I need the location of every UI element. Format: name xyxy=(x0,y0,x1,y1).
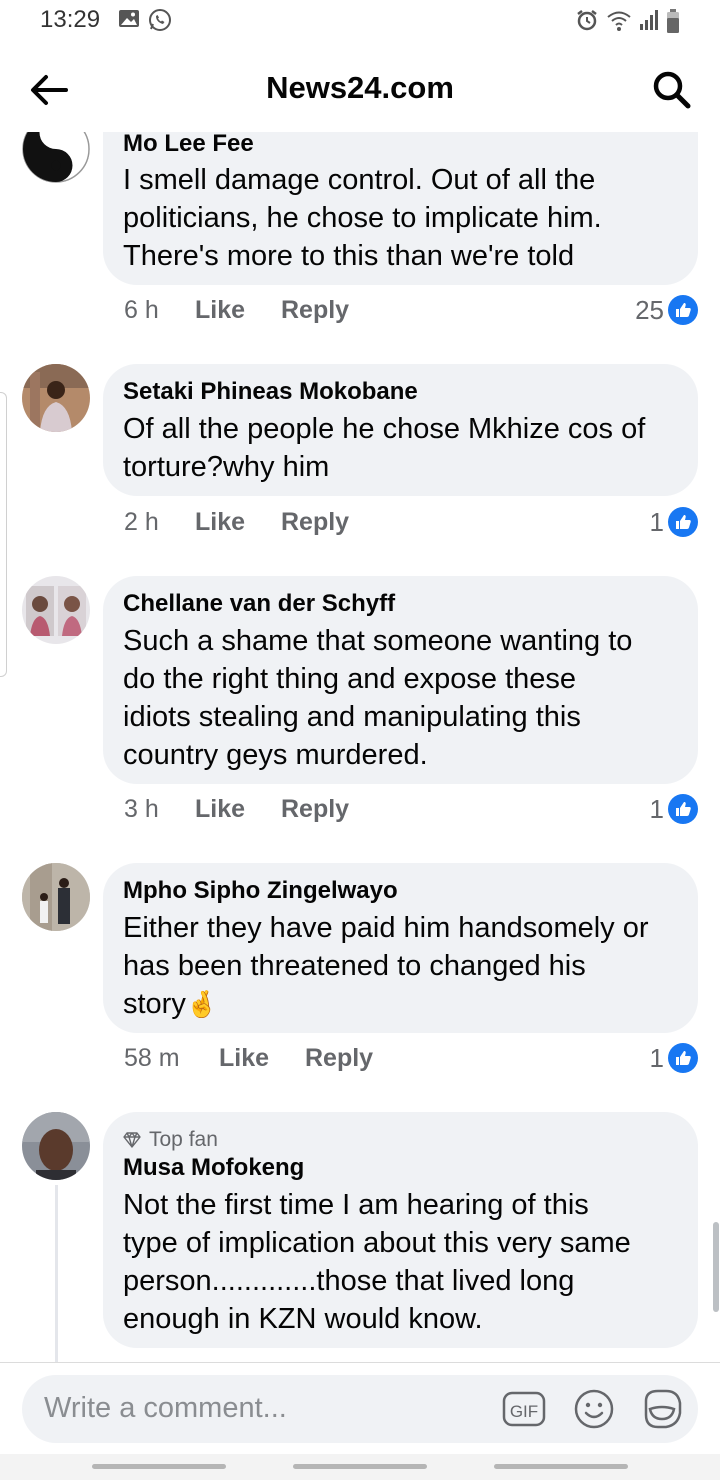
system-navigation-bar xyxy=(0,1454,720,1480)
comment-feed[interactable]: Mo Lee Fee I smell damage control. Out o… xyxy=(0,0,720,1362)
commenter-name[interactable]: Musa Mofokeng xyxy=(123,1154,304,1182)
top-fan-badge: Top fan xyxy=(123,1128,218,1152)
comment-bubble[interactable]: Setaki Phineas Mokobane Of all the peopl… xyxy=(103,364,698,496)
reaction-number: 1 xyxy=(649,1042,664,1073)
reply-button[interactable]: Reply xyxy=(305,1044,373,1073)
like-button[interactable]: Like xyxy=(195,795,245,824)
app-header: News24.com xyxy=(0,44,720,132)
scrollbar[interactable] xyxy=(713,1222,719,1312)
reaction-number: 1 xyxy=(649,793,664,824)
like-button[interactable]: Like xyxy=(195,296,245,325)
thumbs-up-icon xyxy=(668,1043,698,1073)
recent-apps-handle[interactable] xyxy=(92,1464,226,1469)
comment-actions: 3 h Like Reply 1 xyxy=(0,793,720,831)
reaction-number: 25 xyxy=(635,294,664,325)
thumbs-up-icon xyxy=(668,295,698,325)
comment-time: 58 m xyxy=(124,1044,180,1072)
avatar[interactable] xyxy=(22,863,90,931)
comment-time: 3 h xyxy=(124,795,159,823)
comment-actions: 6 h Like Reply 25 xyxy=(0,294,720,332)
comment-composer: Write a comment... GIF xyxy=(0,1362,720,1455)
reaction-count[interactable]: 25 xyxy=(635,294,698,326)
commenter-name[interactable]: Chellane van der Schyff xyxy=(123,590,395,618)
comment-input[interactable]: Write a comment... GIF xyxy=(22,1375,698,1443)
search-icon[interactable] xyxy=(650,68,694,112)
commenter-name[interactable]: Mpho Sipho Zingelwayo xyxy=(123,877,398,905)
avatar[interactable] xyxy=(22,1112,90,1180)
reply-button[interactable]: Reply xyxy=(281,296,349,325)
comment-time: 6 h xyxy=(124,296,159,324)
comment-text: Either they have paid him handsomely or … xyxy=(123,909,693,1023)
back-handle[interactable] xyxy=(494,1464,628,1469)
like-button[interactable]: Like xyxy=(195,508,245,537)
comment-bubble[interactable]: Top fan Musa Mofokeng Not the first time… xyxy=(103,1112,698,1348)
reply-button[interactable]: Reply xyxy=(281,508,349,537)
commenter-name[interactable]: Setaki Phineas Mokobane xyxy=(123,378,418,406)
reaction-count[interactable]: 1 xyxy=(650,793,698,825)
gif-button[interactable]: GIF xyxy=(502,1387,546,1431)
thumbs-up-icon xyxy=(668,507,698,537)
reaction-count[interactable]: 1 xyxy=(650,1042,698,1074)
page-title: News24.com xyxy=(266,70,454,105)
crossed-fingers-emoji: 🤞 xyxy=(185,989,219,1019)
comment-input-placeholder: Write a comment... xyxy=(44,1392,287,1424)
reaction-number: 1 xyxy=(649,506,664,537)
home-handle[interactable] xyxy=(293,1464,427,1469)
comment-actions: 2 h Like Reply 1 xyxy=(0,506,720,544)
emoji-icon[interactable] xyxy=(572,1387,616,1431)
top-fan-label: Top fan xyxy=(149,1128,218,1151)
diamond-icon xyxy=(123,1132,141,1148)
commenter-name[interactable]: Mo Lee Fee xyxy=(123,130,254,158)
reaction-count[interactable]: 1 xyxy=(650,506,698,538)
reply-thread-line xyxy=(55,1185,58,1362)
sticker-icon[interactable] xyxy=(640,1387,684,1431)
comment-actions: 58 m Like Reply 1 xyxy=(0,1042,720,1080)
comment-bubble[interactable]: Chellane van der Schyff Such a shame tha… xyxy=(103,576,698,784)
gif-label: GIF xyxy=(510,1402,538,1421)
comment-text: Of all the people he chose Mkhize cos of… xyxy=(123,413,646,483)
avatar[interactable] xyxy=(22,576,90,644)
avatar[interactable] xyxy=(22,364,90,432)
comment-text: Not the first time I am hearing of this … xyxy=(123,1189,631,1335)
comment-text: Such a shame that someone wanting to do … xyxy=(123,625,633,771)
reply-button[interactable]: Reply xyxy=(281,795,349,824)
like-button[interactable]: Like xyxy=(219,1044,269,1073)
comment-time: 2 h xyxy=(124,508,159,536)
comment-bubble[interactable]: Mpho Sipho Zingelwayo Either they have p… xyxy=(103,863,698,1033)
thumbs-up-icon xyxy=(668,794,698,824)
comment-text: I smell damage control. Out of all the p… xyxy=(123,164,602,272)
